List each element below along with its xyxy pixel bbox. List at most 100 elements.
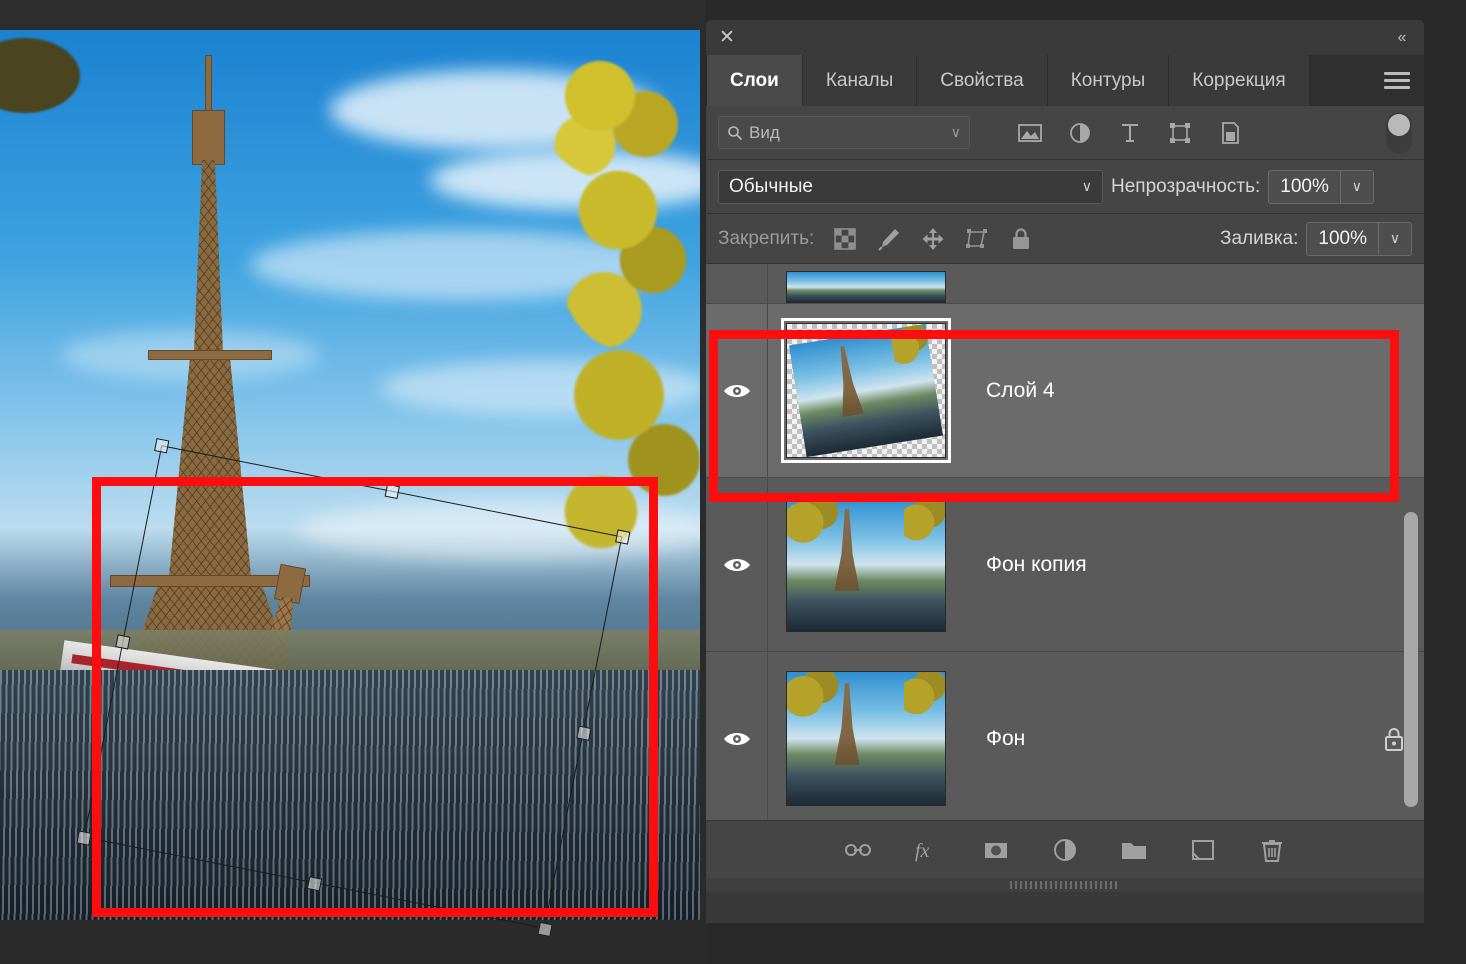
fill-label: Заливка: bbox=[1219, 227, 1299, 249]
layer-visibility-toggle[interactable] bbox=[706, 304, 768, 477]
eye-icon[interactable] bbox=[722, 381, 752, 401]
layer-visibility-toggle[interactable] bbox=[706, 264, 768, 303]
layer-filter-select[interactable]: Вид ∨ bbox=[718, 116, 970, 149]
tab-layers[interactable]: Слои bbox=[706, 55, 803, 106]
tab-bar-filler bbox=[1309, 55, 1370, 106]
filter-type-icon[interactable] bbox=[1116, 119, 1144, 147]
thumbnail-trees bbox=[787, 672, 841, 734]
delete-layer-icon[interactable] bbox=[1256, 834, 1288, 866]
lock-position-icon[interactable] bbox=[920, 226, 946, 252]
photoshop-window: ✕ « Слои Каналы Свойства Контуры Коррекц… bbox=[0, 0, 1466, 964]
layer-thumbnail-cell[interactable] bbox=[768, 318, 964, 463]
layer-row[interactable]: Слой 4 bbox=[706, 304, 1424, 478]
filter-enable-toggle[interactable] bbox=[1386, 111, 1412, 154]
filter-smart-object-icon[interactable] bbox=[1216, 119, 1244, 147]
panel-menu-icon[interactable] bbox=[1370, 55, 1424, 106]
opacity-label: Непрозрачность: bbox=[1111, 175, 1261, 197]
chevron-down-icon[interactable]: ∨ bbox=[1082, 178, 1092, 195]
tower-top bbox=[192, 110, 225, 165]
eye-icon[interactable] bbox=[722, 555, 752, 575]
layer-visibility-toggle[interactable] bbox=[706, 652, 768, 820]
filter-pixel-icon[interactable] bbox=[1016, 119, 1044, 147]
lock-row: Закрепить: Заливка: 100% ∨ bbox=[706, 214, 1424, 264]
search-icon bbox=[727, 125, 743, 141]
layer-thumbnail bbox=[786, 271, 946, 303]
filter-type-icons bbox=[1016, 119, 1244, 147]
new-group-icon[interactable] bbox=[1118, 834, 1150, 866]
transform-handle-br[interactable] bbox=[537, 921, 553, 938]
layer-row-partial[interactable] bbox=[706, 264, 1424, 304]
lock-artboard-icon[interactable] bbox=[964, 226, 990, 252]
tower-lattice-upper bbox=[193, 160, 224, 360]
filter-shape-icon[interactable] bbox=[1166, 119, 1194, 147]
tab-channels[interactable]: Каналы bbox=[802, 55, 918, 106]
eye-icon[interactable] bbox=[722, 729, 752, 749]
foliage-cluster bbox=[555, 150, 695, 350]
blend-mode-value: Обычные bbox=[729, 175, 813, 197]
svg-text:fx: fx bbox=[915, 840, 930, 862]
layer-thumbnail bbox=[781, 318, 951, 463]
tab-paths[interactable]: Контуры bbox=[1047, 55, 1170, 106]
filter-adjustment-icon[interactable] bbox=[1066, 119, 1094, 147]
layer-thumbnail-cell[interactable] bbox=[768, 271, 964, 303]
collapse-panel-icon[interactable]: « bbox=[1388, 26, 1416, 50]
layer-filter-value: Вид bbox=[749, 122, 780, 142]
document-canvas[interactable] bbox=[0, 0, 706, 964]
panel-titlebar: ✕ « bbox=[706, 20, 1424, 55]
fill-group: Заливка: 100% ∨ bbox=[1219, 221, 1412, 256]
blend-mode-select[interactable]: Обычные ∨ bbox=[718, 169, 1103, 204]
layer-thumbnail bbox=[786, 497, 946, 632]
lock-label: Закрепить: bbox=[718, 227, 815, 249]
opacity-stepper-icon[interactable]: ∨ bbox=[1339, 170, 1373, 203]
link-layers-icon[interactable] bbox=[842, 834, 874, 866]
layer-thumbnail-cell[interactable] bbox=[768, 497, 964, 632]
layer-thumbnail-cell[interactable] bbox=[768, 671, 964, 806]
fill-value[interactable]: 100% bbox=[1307, 228, 1378, 250]
new-adjustment-layer-icon[interactable] bbox=[1049, 834, 1081, 866]
new-layer-icon[interactable] bbox=[1187, 834, 1219, 866]
thumbnail-trees bbox=[787, 498, 841, 560]
foliage-cluster bbox=[0, 38, 80, 113]
layers-vertical-scrollbar[interactable] bbox=[1404, 512, 1418, 807]
thumbnail-trees bbox=[903, 498, 945, 560]
transform-handle-bc[interactable] bbox=[306, 876, 323, 892]
layer-thumbnail bbox=[786, 671, 946, 806]
layer-filter-row: Вид ∨ bbox=[706, 106, 1424, 160]
layer-row[interactable]: Фон bbox=[706, 652, 1424, 820]
layer-name[interactable]: Фон копия bbox=[964, 553, 1424, 577]
tab-properties[interactable]: Свойства bbox=[917, 55, 1048, 106]
transform-handle-tc[interactable] bbox=[384, 483, 400, 500]
blend-mode-row: Обычные ∨ Непрозрачность: 100% ∨ bbox=[706, 160, 1424, 214]
layer-row[interactable]: Фон копия bbox=[706, 478, 1424, 652]
thumbnail-trees bbox=[903, 672, 945, 734]
lock-image-pixels-icon[interactable] bbox=[876, 226, 902, 252]
fx-layer-style-icon[interactable]: fx bbox=[911, 834, 943, 866]
layer-name[interactable]: Слой 4 bbox=[964, 379, 1424, 403]
layers-panel: ✕ « Слои Каналы Свойства Контуры Коррекц… bbox=[706, 20, 1424, 923]
layer-visibility-toggle[interactable] bbox=[706, 478, 768, 651]
tab-adjustments[interactable]: Коррекция bbox=[1169, 55, 1310, 106]
opacity-value[interactable]: 100% bbox=[1269, 176, 1340, 198]
layers-panel-toolbar: fx bbox=[706, 820, 1424, 878]
transform-handle-mr[interactable] bbox=[576, 725, 592, 741]
transform-handle-tr[interactable] bbox=[615, 529, 631, 545]
transform-handle-tl[interactable] bbox=[154, 438, 170, 454]
add-layer-mask-icon[interactable] bbox=[980, 834, 1012, 866]
opacity-field[interactable]: 100% ∨ bbox=[1268, 169, 1374, 204]
panel-tab-bar: Слои Каналы Свойства Контуры Коррекция bbox=[706, 55, 1424, 106]
lock-all-icon[interactable] bbox=[1008, 226, 1034, 252]
thumbnail-image bbox=[789, 324, 943, 457]
close-icon[interactable]: ✕ bbox=[714, 25, 740, 51]
tower-platform bbox=[148, 350, 272, 360]
thumbnail-image bbox=[787, 498, 945, 631]
fill-stepper-icon[interactable]: ∨ bbox=[1378, 222, 1411, 255]
canvas-top-bar bbox=[0, 0, 706, 30]
layer-name[interactable]: Фон bbox=[964, 727, 1364, 751]
lock-transparency-icon[interactable] bbox=[832, 226, 858, 252]
chevron-down-icon[interactable]: ∨ bbox=[951, 124, 961, 141]
fill-field[interactable]: 100% ∨ bbox=[1306, 221, 1412, 256]
panel-resize-grip[interactable] bbox=[706, 878, 1424, 892]
layers-list[interactable]: Слой 4 Фон копия Фон bbox=[706, 264, 1424, 820]
transform-handle-ml[interactable] bbox=[115, 634, 131, 650]
transform-handle-bl[interactable] bbox=[76, 830, 92, 846]
